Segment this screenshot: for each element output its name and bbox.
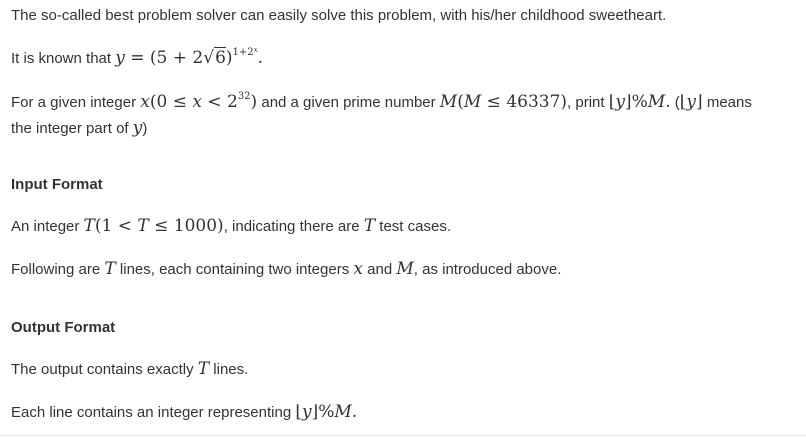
known-prefix: It is known that — [11, 50, 112, 67]
output-line-2: Each line contains an integer representi… — [11, 402, 358, 422]
known-formula-line: It is known that y = (5 + 2√6)1+2x. — [11, 46, 264, 68]
input-format-heading: Input Format — [11, 176, 103, 193]
output-line-1: The output contains exactly T lines. — [11, 359, 249, 379]
input-line-2: Following are T lines, each containing t… — [11, 259, 562, 279]
output-format-heading: Output Format — [11, 319, 116, 336]
given-line-1: For a given integer x(0 ≤ x < 232) and a… — [11, 91, 752, 112]
intro-text: The so-called best problem solver can ea… — [11, 7, 667, 24]
input-line-1: An integer T(1 < T ≤ 1000), indicating t… — [11, 216, 451, 236]
given-line-2: the integer part of y) — [11, 118, 148, 138]
formula-y: y = (5 + 2√6)1+2x. — [115, 46, 264, 68]
bottom-divider — [0, 435, 806, 436]
